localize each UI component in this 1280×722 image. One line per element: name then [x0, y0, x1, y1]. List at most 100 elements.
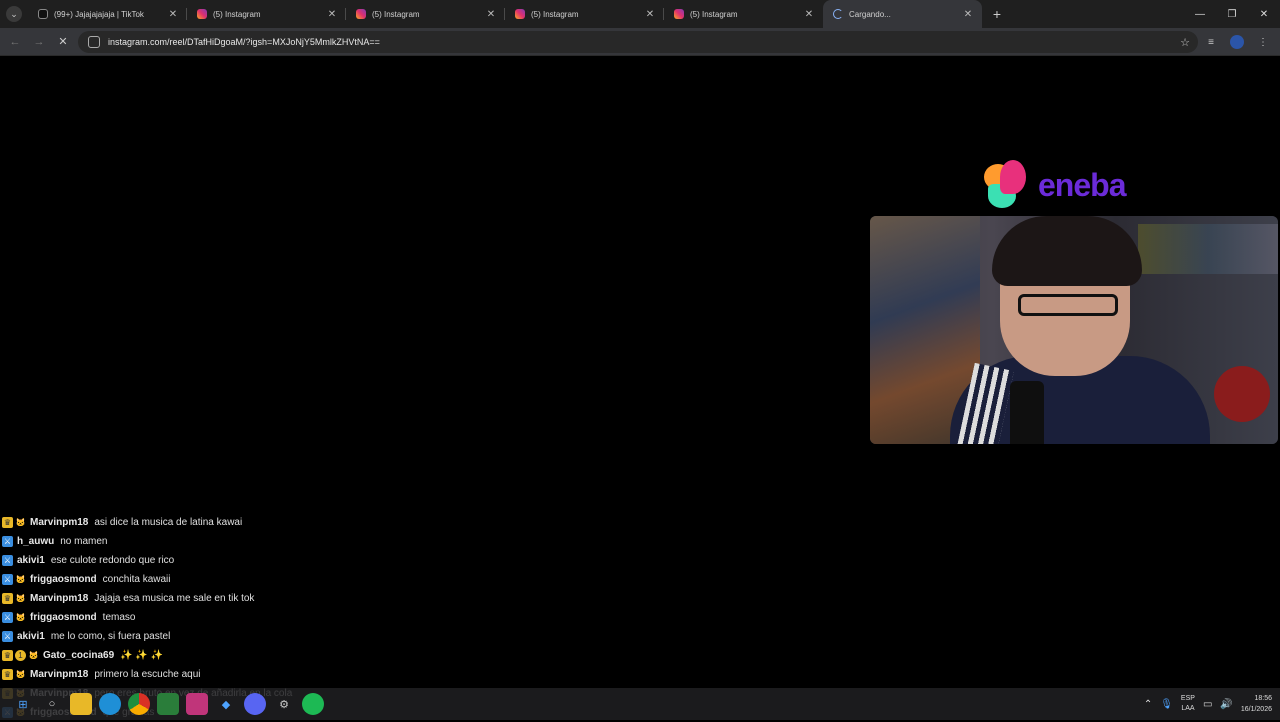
edge-icon[interactable] — [99, 693, 121, 715]
chat-username[interactable]: Marvinpm18 — [30, 669, 88, 680]
chat-text: me lo como, si fuera pastel — [50, 631, 171, 642]
tab-strip: ⌄ (99+) Jajajajajaja | TikTok ✕ (5) Inst… — [0, 0, 1280, 28]
restore-icon[interactable]: ❐ — [1216, 0, 1248, 28]
sword-badge-icon: ⚔ — [2, 574, 13, 585]
chat-text: primero la escuche aqui — [94, 669, 201, 680]
chat-message: ♛ 🐱 Marvinpm18 Jajaja esa musica me sale en… — [2, 589, 322, 608]
minimize-icon[interactable]: — — [1184, 0, 1216, 28]
close-icon[interactable]: ✕ — [167, 9, 179, 20]
settings-icon[interactable]: ⚙ — [273, 693, 295, 715]
tab-instagram[interactable]: (5) Instagram ✕ — [664, 0, 823, 28]
obs-app-icon[interactable] — [157, 693, 179, 715]
tab-title: (5) Instagram — [531, 9, 579, 19]
instagram-icon — [197, 9, 207, 19]
volume-icon[interactable]: 🔊 — [1220, 699, 1232, 710]
date: 16/1/2026 — [1240, 706, 1272, 713]
close-icon[interactable]: ✕ — [962, 9, 974, 20]
tab-search-button[interactable]: ⌄ — [0, 0, 28, 28]
tab-instagram[interactable]: (5) Instagram ✕ — [187, 0, 346, 28]
bookmark-star-icon[interactable]: ☆ — [1172, 36, 1198, 49]
chat-username[interactable]: friggaosmond — [30, 612, 97, 623]
site-info-icon[interactable] — [88, 36, 100, 48]
discord-icon[interactable] — [244, 693, 266, 715]
tab-instagram[interactable]: (5) Instagram ✕ — [346, 0, 505, 28]
vs-code-icon[interactable]: ◆ — [215, 693, 237, 715]
language-indicator[interactable]: ESP LAA — [1181, 694, 1195, 714]
chat-text: no mamen — [60, 536, 108, 547]
chat-text: temaso — [102, 612, 136, 623]
chat-message: ⚔ 🐱 friggaosmond conchita kawaii — [2, 570, 322, 589]
url-text[interactable]: instagram.com/reel/DTafHiDgoaM/?igsh=MXJ… — [108, 37, 1172, 47]
cat-badge-icon: 🐱 — [28, 651, 39, 660]
chat-username[interactable]: friggaosmond — [30, 574, 97, 585]
cat-badge-icon: 🐱 — [15, 518, 26, 527]
sponsor-logo: eneba — [980, 158, 1126, 212]
chat-text: ✨ ✨ ✨ — [120, 650, 164, 661]
sword-badge-icon: ⚔ — [2, 631, 13, 642]
clock[interactable]: 18:56 16/1/2026 — [1241, 693, 1272, 715]
start-icon[interactable]: ⊞ — [12, 693, 34, 715]
crown-badge-icon: ♛ — [2, 669, 13, 680]
new-tab-button[interactable]: + — [986, 3, 1008, 25]
window-controls: — ❐ ✕ — [1184, 0, 1280, 28]
close-icon[interactable]: ✕ — [803, 9, 815, 20]
chat-username[interactable]: akivi1 — [17, 555, 45, 566]
close-icon[interactable]: ✕ — [485, 9, 497, 20]
browser-toolbar: ← → ✕ instagram.com/reel/DTafHiDgoaM/?ig… — [0, 28, 1280, 56]
tab-title: Cargando... — [849, 9, 891, 19]
instagram-icon — [515, 9, 525, 19]
network-icon[interactable]: ▭ — [1203, 699, 1212, 710]
game-app-icon[interactable] — [186, 693, 208, 715]
chat-message: ♛ 1 🐱 Gato_cocina69 ✨ ✨ ✨ — [2, 646, 322, 665]
close-window-icon[interactable]: ✕ — [1248, 0, 1280, 28]
chevron-up-icon[interactable]: ⌃ — [1144, 699, 1152, 710]
search-icon[interactable]: ○ — [41, 693, 63, 715]
cat-badge-icon: 🐱 — [15, 670, 26, 679]
address-bar[interactable]: instagram.com/reel/DTafHiDgoaM/?igsh=MXJ… — [78, 31, 1198, 53]
chat-username[interactable]: akivi1 — [17, 631, 45, 642]
microphone-icon[interactable]: 🎙 — [1160, 699, 1173, 710]
file-explorer-icon[interactable] — [70, 693, 92, 715]
chat-username[interactable]: Marvinpm18 — [30, 593, 88, 604]
crown-badge-icon: ♛ — [2, 593, 13, 604]
chat-message: ⚔ akivi1 ese culote redondo que rico — [2, 551, 322, 570]
gift-badge-icon: 1 — [15, 650, 26, 661]
crown-badge-icon: ♛ — [2, 517, 13, 528]
stop-loading-button[interactable]: ✕ — [51, 30, 75, 54]
toolbar-actions: ≡ ⋮ — [1200, 31, 1274, 53]
tab-title: (5) Instagram — [372, 9, 420, 19]
sponsor-name: eneba — [1038, 166, 1126, 203]
chat-text: ese culote redondo que rico — [50, 555, 175, 566]
tab-instagram[interactable]: (5) Instagram ✕ — [505, 0, 664, 28]
eneba-logo-icon — [980, 158, 1034, 212]
tab-title: (5) Instagram — [690, 9, 738, 19]
chat-text: asi dice la musica de latina kawai — [94, 517, 243, 528]
sword-badge-icon: ⚔ — [2, 536, 13, 547]
chat-username[interactable]: Marvinpm18 — [30, 517, 88, 528]
media-controls-icon[interactable]: ≡ — [1200, 31, 1222, 53]
loading-spinner-icon — [833, 9, 843, 19]
time: 18:56 — [1254, 695, 1272, 702]
chat-message: ⚔ akivi1 me lo como, si fuera pastel — [2, 627, 322, 646]
chat-username[interactable]: h_auwu — [17, 536, 54, 547]
chat-message: ♛ 🐱 Marvinpm18 asi dice la musica de latina… — [2, 513, 322, 532]
forward-button[interactable]: → — [27, 30, 51, 54]
sword-badge-icon: ⚔ — [2, 555, 13, 566]
kebab-menu-icon[interactable]: ⋮ — [1252, 31, 1274, 53]
windows-taskbar: ⊞ ○ ◆ ⚙ ⌃ 🎙 ESP LAA ▭ 🔊 18:56 16/1/2026 — [0, 688, 1280, 720]
chrome-icon[interactable] — [128, 693, 150, 715]
close-icon[interactable]: ✕ — [644, 9, 656, 20]
profile-avatar[interactable] — [1230, 35, 1244, 49]
back-button[interactable]: ← — [3, 30, 27, 54]
tab-title: (99+) Jajajajajaja | TikTok — [54, 9, 144, 19]
close-icon[interactable]: ✕ — [326, 9, 338, 20]
crown-badge-icon: ♛ — [2, 650, 13, 661]
cat-badge-icon: 🐱 — [15, 575, 26, 584]
chat-username[interactable]: Gato_cocina69 — [43, 650, 114, 661]
chat-message: ♛ 🐱 Marvinpm18 primero la escuche aqui — [2, 665, 322, 684]
sword-badge-icon: ⚔ — [2, 612, 13, 623]
spotify-icon[interactable] — [302, 693, 324, 715]
tab-loading[interactable]: Cargando... ✕ — [823, 0, 982, 28]
tab-title: (5) Instagram — [213, 9, 261, 19]
tab-tiktok[interactable]: (99+) Jajajajajaja | TikTok ✕ — [28, 0, 187, 28]
